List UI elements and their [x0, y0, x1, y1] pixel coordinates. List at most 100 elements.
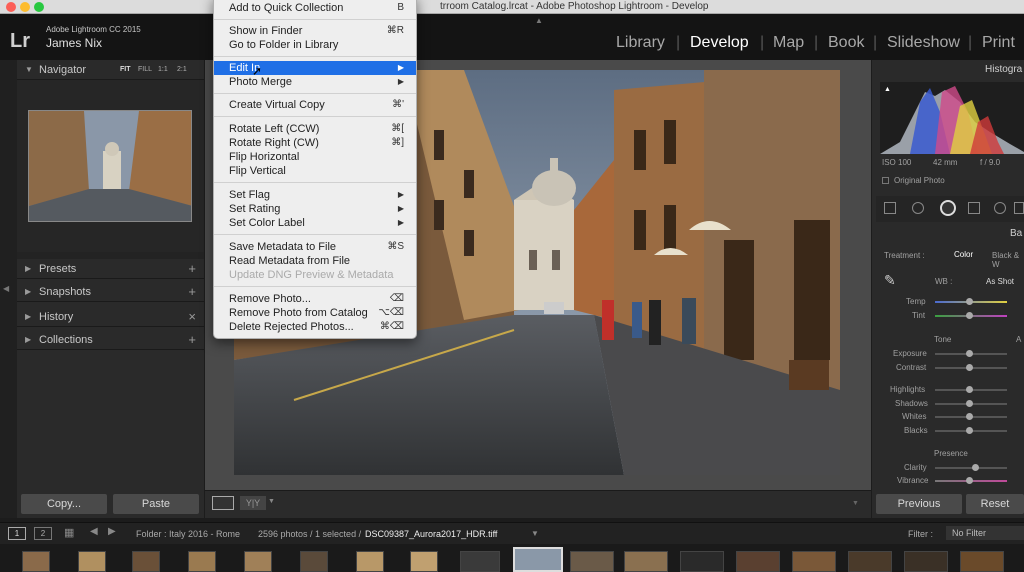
filmstrip-thumbnail[interactable]: [300, 551, 328, 572]
copy-settings-button[interactable]: Copy...: [21, 494, 107, 514]
histogram-graph[interactable]: [880, 82, 1024, 154]
main-window-button[interactable]: 1: [8, 527, 26, 540]
menu-item-show-in-finder[interactable]: Show in Finder ⌘R: [214, 24, 416, 38]
treatment-black-white[interactable]: Black & W: [992, 251, 1024, 269]
filmstrip-thumbnail[interactable]: [78, 551, 106, 572]
blacks-slider-knob[interactable]: [966, 427, 973, 434]
filmstrip-thumbnail[interactable]: [792, 551, 836, 572]
filmstrip-thumbnail[interactable]: [680, 551, 724, 572]
zoom-fit[interactable]: FIT: [120, 66, 131, 73]
menu-item-read-metadata[interactable]: Read Metadata from File: [214, 254, 416, 268]
module-book[interactable]: Book: [828, 34, 864, 52]
spot-removal-icon[interactable]: [912, 202, 924, 214]
menu-item-create-virtual-copy[interactable]: Create Virtual Copy ⌘': [214, 98, 416, 112]
filename-menu-chevron-icon[interactable]: ▼: [531, 529, 539, 538]
module-print[interactable]: Print: [982, 34, 1015, 52]
snapshots-header[interactable]: ▶ Snapshots +: [17, 282, 204, 302]
filmstrip-thumbnail[interactable]: [904, 551, 948, 572]
exposure-slider-knob[interactable]: [966, 350, 973, 357]
history-header[interactable]: ▶ History ×: [17, 307, 204, 327]
menu-item-set-flag[interactable]: Set Flag ▶: [214, 188, 416, 202]
menu-item-rotate-left[interactable]: Rotate Left (CCW) ⌘[: [214, 122, 416, 136]
zoom-1-1[interactable]: 1:1: [158, 66, 168, 73]
menu-item-edit-in[interactable]: Edit In ▶: [214, 61, 416, 75]
original-photo-checkbox[interactable]: [882, 177, 889, 184]
tint-slider-knob[interactable]: [966, 312, 973, 319]
menu-item-remove-from-catalog[interactable]: Remove Photo from Catalog ⌥⌫: [214, 306, 416, 320]
filmstrip-thumbnail-selected[interactable]: [513, 547, 563, 572]
red-eye-icon[interactable]: [940, 200, 956, 216]
zoom-2-1[interactable]: 2:1: [177, 66, 187, 73]
adjustment-brush-icon[interactable]: [1014, 202, 1024, 214]
close-window-button[interactable]: [6, 2, 16, 12]
filmstrip-thumbnail[interactable]: [570, 551, 614, 572]
filmstrip-thumbnail[interactable]: [132, 551, 160, 572]
treatment-color[interactable]: Color: [954, 250, 973, 259]
forward-arrow-icon[interactable]: ▶: [108, 526, 116, 537]
menu-item-add-to-quick-collection[interactable]: Add to Quick Collection B: [214, 1, 416, 15]
shadows-slider-knob[interactable]: [966, 400, 973, 407]
loupe-view-icon[interactable]: [212, 496, 234, 510]
highlights-slider-knob[interactable]: [966, 386, 973, 393]
white-balance-picker-icon[interactable]: ✎: [884, 272, 896, 289]
second-window-button[interactable]: 2: [34, 527, 52, 540]
menu-item-save-metadata[interactable]: Save Metadata to File ⌘S: [214, 240, 416, 254]
whites-slider-knob[interactable]: [966, 413, 973, 420]
menu-item-flip-vertical[interactable]: Flip Vertical: [214, 164, 416, 178]
radial-filter-icon[interactable]: [994, 202, 1006, 214]
graduated-filter-icon[interactable]: [968, 202, 980, 214]
menu-item-set-color-label[interactable]: Set Color Label ▶: [214, 216, 416, 230]
filmstrip-thumbnail[interactable]: [244, 551, 272, 572]
module-slideshow[interactable]: Slideshow: [887, 34, 960, 52]
module-library[interactable]: Library: [616, 34, 665, 52]
presets-header[interactable]: ▶ Presets +: [17, 259, 204, 279]
filmstrip-thumbnail[interactable]: [960, 551, 1004, 572]
filter-select[interactable]: No Filter: [946, 526, 1024, 540]
menu-item-flip-horizontal[interactable]: Flip Horizontal: [214, 150, 416, 164]
navigator-header[interactable]: ▼ Navigator: [17, 60, 204, 80]
grid-view-icon[interactable]: ▦: [64, 526, 74, 539]
back-arrow-icon[interactable]: ◀: [90, 526, 98, 537]
filmstrip-thumbnail[interactable]: [22, 551, 50, 572]
module-map[interactable]: Map: [773, 34, 804, 52]
wb-value[interactable]: As Shot: [986, 277, 1014, 286]
tone-auto[interactable]: A: [1016, 335, 1021, 344]
menu-item-remove-photo[interactable]: Remove Photo... ⌫: [214, 292, 416, 306]
filmstrip-thumbnail[interactable]: [188, 551, 216, 572]
navigator-thumbnail[interactable]: [28, 110, 192, 222]
add-snapshot-icon[interactable]: +: [188, 284, 196, 299]
folder-source-label[interactable]: Folder : Italy 2016 - Rome: [136, 529, 240, 539]
before-after-view-icon[interactable]: Y|Y: [240, 496, 266, 510]
menu-item-rotate-right[interactable]: Rotate Right (CW) ⌘]: [214, 136, 416, 150]
filmstrip-thumbnail[interactable]: [624, 551, 668, 572]
collapse-left-arrow-icon[interactable]: ◀: [3, 284, 9, 293]
previous-button[interactable]: Previous: [876, 494, 962, 514]
menu-item-go-to-folder[interactable]: Go to Folder in Library: [214, 38, 416, 52]
reset-button[interactable]: Reset: [966, 494, 1024, 514]
vibrance-slider-knob[interactable]: [966, 477, 973, 484]
minimize-window-button[interactable]: [20, 2, 30, 12]
filmstrip-thumbnail[interactable]: [410, 551, 438, 572]
add-preset-icon[interactable]: +: [188, 261, 196, 276]
zoom-fill[interactable]: FILL: [138, 66, 152, 73]
contrast-slider-knob[interactable]: [966, 364, 973, 371]
clarity-slider[interactable]: [935, 467, 1007, 469]
view-options-chevron-icon[interactable]: ▼: [268, 498, 275, 505]
filmstrip-thumbnail[interactable]: [736, 551, 780, 572]
filmstrip-thumbnail[interactable]: [356, 551, 384, 572]
crop-tool-icon[interactable]: [884, 202, 896, 214]
filmstrip-thumbnail[interactable]: [848, 551, 892, 572]
toolbar-menu-chevron-icon[interactable]: ▼: [852, 500, 859, 507]
menu-item-set-rating[interactable]: Set Rating ▶: [214, 202, 416, 216]
collections-header[interactable]: ▶ Collections +: [17, 330, 204, 350]
module-develop[interactable]: Develop: [690, 34, 749, 52]
temp-slider-knob[interactable]: [966, 298, 973, 305]
menu-item-delete-rejected[interactable]: Delete Rejected Photos... ⌘⌫: [214, 320, 416, 334]
menu-item-photo-merge[interactable]: Photo Merge ▶: [214, 75, 416, 89]
shadow-clipping-icon[interactable]: ▲: [884, 86, 891, 93]
add-collection-icon[interactable]: +: [188, 332, 196, 347]
collapse-top-arrow-icon[interactable]: ▲: [535, 16, 543, 25]
clarity-slider-knob[interactable]: [972, 464, 979, 471]
zoom-window-button[interactable]: [34, 2, 44, 12]
filmstrip-thumbnail[interactable]: [460, 551, 500, 572]
